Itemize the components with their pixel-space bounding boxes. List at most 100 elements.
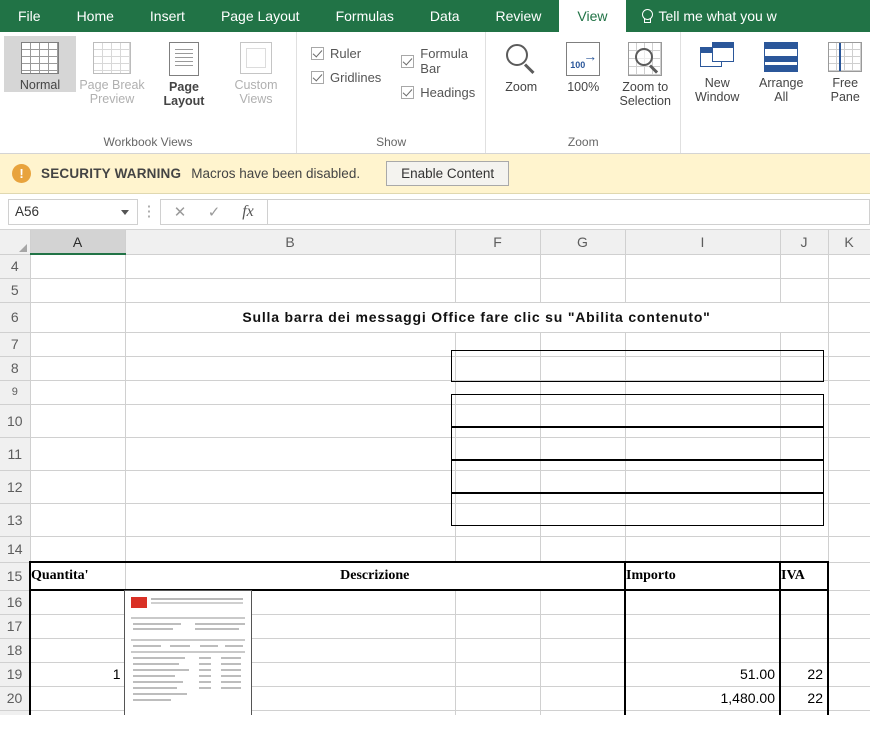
cell-k4[interactable]	[828, 254, 870, 278]
cell-j19-iva[interactable]: 22	[780, 662, 828, 686]
button-page-layout-view[interactable]: Page Layout	[148, 36, 220, 108]
row-header-14[interactable]: 14	[0, 536, 30, 562]
chevron-down-icon[interactable]	[121, 210, 129, 215]
button-arrange-all[interactable]: Arrange All	[749, 36, 813, 104]
cell-i14[interactable]	[625, 536, 780, 562]
button-page-break-preview[interactable]: Page Break Preview	[76, 36, 148, 106]
column-header-g[interactable]: G	[540, 230, 625, 254]
cell-i20-importo[interactable]: 1,480.00	[625, 686, 780, 710]
cell-j20-iva[interactable]: 22	[780, 686, 828, 710]
cell-i21[interactable]	[625, 710, 780, 715]
cell-i8[interactable]	[625, 356, 780, 380]
cell-g13[interactable]	[540, 503, 625, 536]
cell-a15-quantita[interactable]: Quantita'	[30, 562, 125, 590]
cell-i4[interactable]	[625, 254, 780, 278]
button-custom-views[interactable]: Custom Views	[220, 36, 292, 106]
cell-g8[interactable]	[540, 356, 625, 380]
cell-a17[interactable]	[30, 614, 125, 638]
cell-g18[interactable]	[540, 638, 625, 662]
name-box[interactable]: A56	[8, 199, 138, 225]
insert-function-icon[interactable]: fx	[231, 200, 265, 224]
cell-a4[interactable]	[30, 254, 125, 278]
cell-f21[interactable]	[455, 710, 540, 715]
tab-data[interactable]: Data	[412, 0, 478, 32]
tab-formulas[interactable]: Formulas	[318, 0, 412, 32]
cell-f17[interactable]	[455, 614, 540, 638]
button-freeze-panes[interactable]: Free Pane	[813, 36, 870, 104]
cell-g21[interactable]	[540, 710, 625, 715]
column-header-a[interactable]: A	[30, 230, 125, 254]
cell-a9[interactable]	[30, 380, 125, 404]
cell-k18[interactable]	[828, 638, 870, 662]
cell-j18[interactable]	[780, 638, 828, 662]
column-header-i[interactable]: I	[625, 230, 780, 254]
cell-j17[interactable]	[780, 614, 828, 638]
cell-k5[interactable]	[828, 278, 870, 302]
cell-i13[interactable]	[625, 503, 780, 536]
row-header-12[interactable]: 12	[0, 470, 30, 503]
cell-f19[interactable]	[455, 662, 540, 686]
cell-b15-descrizione[interactable]: Descrizione	[125, 562, 625, 590]
cell-b11[interactable]	[125, 437, 455, 470]
row-header-16[interactable]: 16	[0, 590, 30, 614]
checkbox-formula-bar[interactable]: Formula Bar	[401, 46, 475, 76]
spreadsheet-grid[interactable]: A B F G I J K 4 5	[0, 230, 870, 715]
cell-a18[interactable]	[30, 638, 125, 662]
cell-k17[interactable]	[828, 614, 870, 638]
cell-g5[interactable]	[540, 278, 625, 302]
row-header-17[interactable]: 17	[0, 614, 30, 638]
formula-input[interactable]	[267, 199, 870, 225]
tell-me-box[interactable]: Tell me what you w	[626, 0, 787, 32]
cell-g7[interactable]	[540, 332, 625, 356]
cell-j4[interactable]	[780, 254, 828, 278]
cell-j7[interactable]	[780, 332, 828, 356]
cell-g10[interactable]	[540, 404, 625, 437]
cell-k13[interactable]	[828, 503, 870, 536]
tab-insert[interactable]: Insert	[132, 0, 203, 32]
cell-a10[interactable]	[30, 404, 125, 437]
row-header-5[interactable]: 5	[0, 278, 30, 302]
cell-k7[interactable]	[828, 332, 870, 356]
cell-i10[interactable]	[625, 404, 780, 437]
cell-j13[interactable]	[780, 503, 828, 536]
cell-i17[interactable]	[625, 614, 780, 638]
cell-j11[interactable]	[780, 437, 828, 470]
cell-a16[interactable]	[30, 590, 125, 614]
button-zoom-to-selection[interactable]: Zoom to Selection	[614, 36, 676, 108]
select-all-corner[interactable]	[0, 230, 30, 254]
row-header-21[interactable]: 21	[0, 710, 30, 715]
cell-b8[interactable]	[125, 356, 455, 380]
cell-b6-message[interactable]: Sulla barra dei messaggi Office fare cli…	[125, 302, 828, 332]
tab-page-layout[interactable]: Page Layout	[203, 0, 318, 32]
cell-b5[interactable]	[125, 278, 455, 302]
cell-g12[interactable]	[540, 470, 625, 503]
enable-content-button[interactable]: Enable Content	[386, 161, 509, 186]
tab-file[interactable]: File	[0, 0, 59, 32]
cell-k20[interactable]	[828, 686, 870, 710]
cell-a21[interactable]	[30, 710, 125, 715]
cell-k10[interactable]	[828, 404, 870, 437]
cell-f5[interactable]	[455, 278, 540, 302]
invoice-thumbnail[interactable]	[124, 590, 252, 715]
column-header-j[interactable]: J	[780, 230, 828, 254]
cell-b14[interactable]	[125, 536, 455, 562]
cell-a20-quantita[interactable]	[30, 686, 125, 710]
cell-k8[interactable]	[828, 356, 870, 380]
cell-k6[interactable]	[828, 302, 870, 332]
cell-a13[interactable]	[30, 503, 125, 536]
tab-review[interactable]: Review	[478, 0, 560, 32]
cell-k14[interactable]	[828, 536, 870, 562]
column-header-b[interactable]: B	[125, 230, 455, 254]
cell-a5[interactable]	[30, 278, 125, 302]
cell-j16[interactable]	[780, 590, 828, 614]
checkbox-gridlines[interactable]: Gridlines	[311, 70, 381, 85]
button-zoom[interactable]: Zoom	[490, 36, 552, 94]
cell-j9[interactable]	[780, 380, 828, 404]
cell-k11[interactable]	[828, 437, 870, 470]
cell-g11[interactable]	[540, 437, 625, 470]
row-header-6[interactable]: 6	[0, 302, 30, 332]
cell-a6[interactable]	[30, 302, 125, 332]
cell-j14[interactable]	[780, 536, 828, 562]
cell-a12[interactable]	[30, 470, 125, 503]
cell-f16[interactable]	[455, 590, 540, 614]
